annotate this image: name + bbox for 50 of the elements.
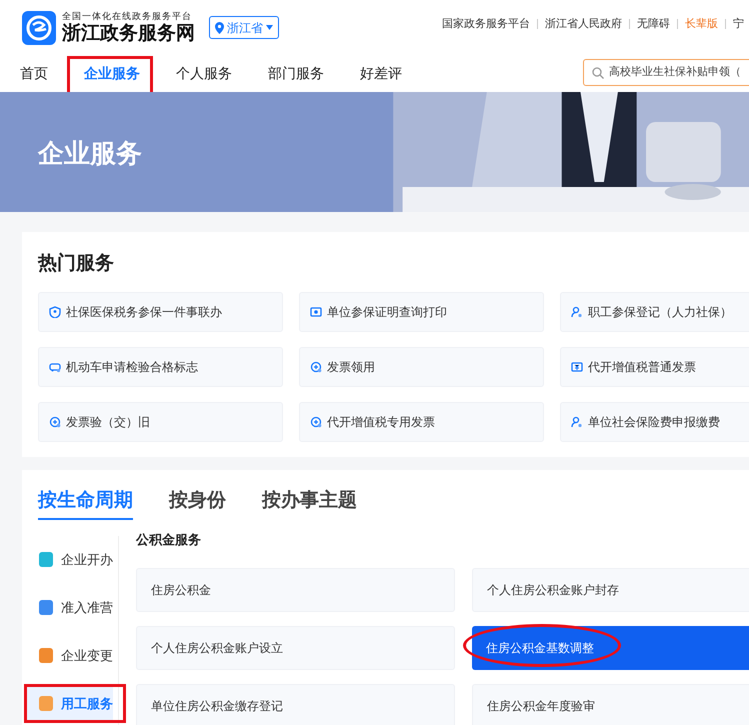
service-card[interactable]: 职工参保登记（人力社保） [560,292,749,332]
coin-icon [310,416,322,428]
search-field[interactable]: 高校毕业生社保补贴申领（ [583,59,749,86]
category-tab[interactable]: 按生命周期 [38,486,133,520]
coin-icon [49,416,61,428]
site-name: 浙江政务服务网 [62,24,195,43]
category-tab[interactable]: 按办事主题 [262,486,357,520]
sidebar-item[interactable]: 用工服务 [27,686,113,721]
shield-icon [49,306,61,318]
service-card[interactable]: 代开增值税普通发票 [560,346,749,386]
service-card[interactable]: 代开增值税专用发票 [299,402,544,442]
location-selector[interactable]: 浙江省 [209,16,279,39]
nav-tab[interactable]: 首页 [20,55,48,92]
sidebar-item[interactable]: 企业开办 [27,542,113,577]
header-link[interactable]: 无障碍 [637,16,670,32]
service-card[interactable]: 发票验（交）旧 [38,402,283,442]
service-card[interactable]: 发票领用 [299,346,544,386]
ticket-icon [571,360,583,372]
location-pin-icon [215,22,224,34]
subsection-title: 公积金服务 [136,531,202,549]
nav-tab[interactable]: 好差评 [360,55,402,92]
service-card[interactable]: 住房公积金基数调整 [472,626,749,670]
service-card[interactable]: 单位参保证明查询打印 [299,292,544,332]
service-card[interactable]: 住房公积金年度验审 [472,684,749,725]
coin-icon [310,360,322,372]
header-link[interactable]: 国家政务服务平台 [442,16,530,32]
service-card[interactable]: 单位住房公积金缴存登记 [136,684,455,725]
nav-tab[interactable]: 企业服务 [84,55,140,92]
service-card[interactable]: 住房公积金 [136,568,455,612]
sidebar-item[interactable]: 企业变更 [27,638,113,673]
service-card[interactable]: 机动车申请检验合格标志 [38,346,283,386]
search-icon [592,66,604,78]
person-icon [571,416,583,428]
header-link[interactable]: 宁 [733,16,744,32]
banner-title: 企业服务 [38,137,142,170]
logo-icon [22,10,56,44]
category-tab[interactable]: 按身份 [169,486,226,520]
person-icon [571,306,583,318]
service-card[interactable]: 个人住房公积金账户封存 [472,568,749,612]
site-tagline: 全国一体化在线政务服务平台 [62,12,193,21]
certificate-icon [310,306,322,318]
section-title: 热门服务 [38,252,115,276]
nav-tab[interactable]: 个人服务 [176,55,232,92]
sidebar-item[interactable]: 准入准营 [27,590,113,625]
service-card[interactable]: 社保医保税务参保一件事联办 [38,292,283,332]
header-link[interactable]: 浙江省人民政府 [545,16,622,32]
caret-icon [266,25,273,30]
service-card[interactable]: 个人住房公积金账户设立 [136,626,455,670]
nav-tab[interactable]: 部门服务 [268,55,324,92]
service-card[interactable]: 单位社会保险费申报缴费 [560,402,749,442]
